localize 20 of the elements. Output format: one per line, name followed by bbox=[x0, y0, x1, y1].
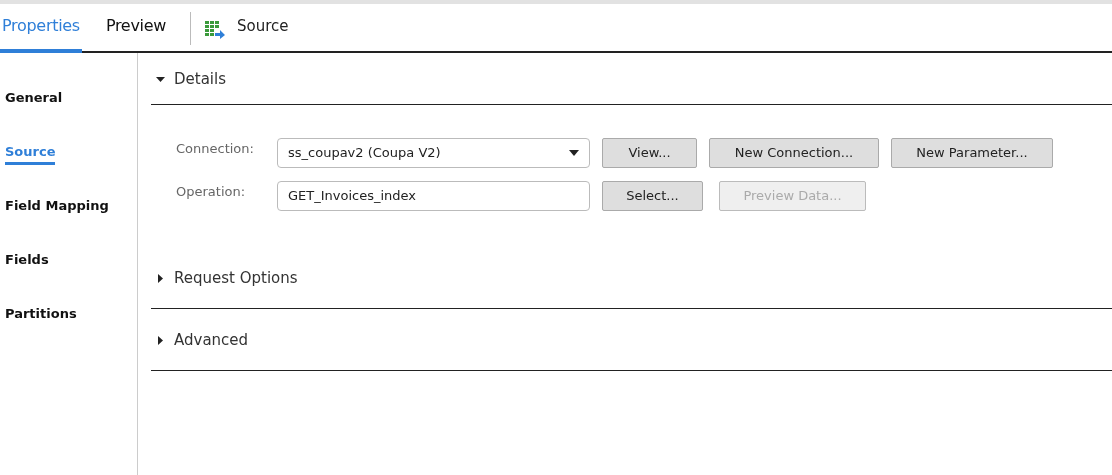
section-title[interactable]: Request Options bbox=[174, 267, 298, 290]
tab[interactable]: Preview bbox=[103, 4, 169, 53]
dropdown-caret-icon bbox=[569, 149, 579, 156]
connection-dropdown[interactable]: ss_coupav2 (Coupa V2) bbox=[277, 137, 590, 168]
action-button[interactable]: New Connection... bbox=[709, 137, 879, 168]
section-title[interactable]: Advanced bbox=[174, 329, 249, 352]
action-button[interactable]: View... bbox=[602, 137, 697, 168]
sidebar-item[interactable]: Source bbox=[5, 144, 56, 165]
sidebar-item[interactable]: Fields bbox=[5, 252, 49, 273]
tab[interactable]: Properties bbox=[0, 4, 82, 53]
action-button[interactable]: Select... bbox=[602, 180, 703, 211]
sidebar-item[interactable]: Field Mapping bbox=[5, 198, 109, 219]
field-label: Connection: bbox=[175, 139, 252, 158]
action-button[interactable]: New Parameter... bbox=[891, 137, 1053, 168]
sidebar-item[interactable]: General bbox=[5, 90, 63, 111]
operation-field[interactable]: GET_Invoices_index bbox=[277, 180, 590, 211]
field-label: Operation: bbox=[175, 182, 247, 201]
section-title[interactable]: Details bbox=[174, 68, 226, 91]
sidebar-item[interactable]: Partitions bbox=[5, 306, 77, 327]
panel-title: Source bbox=[237, 16, 289, 37]
